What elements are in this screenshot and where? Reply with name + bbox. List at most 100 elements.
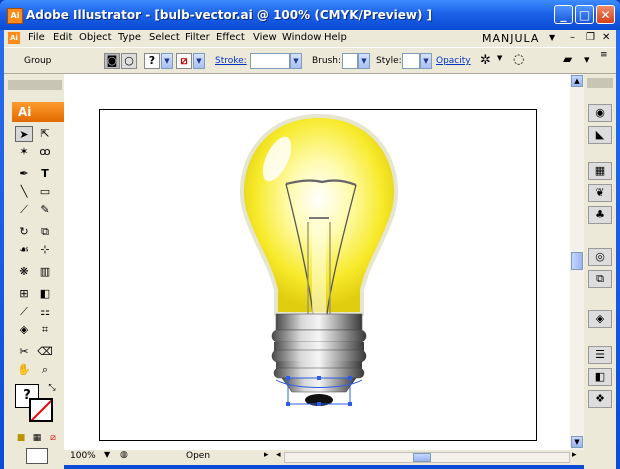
slice-icon[interactable]: ⌗: [36, 322, 54, 338]
hand-icon[interactable]: ✋: [15, 362, 33, 378]
lasso-icon[interactable]: ꝏ: [36, 144, 54, 160]
swatches-panel-icon[interactable]: ▦: [588, 162, 612, 180]
warp-icon[interactable]: ☙: [15, 242, 33, 258]
blend-icon[interactable]: ⚏: [36, 304, 54, 320]
eyedropper-icon[interactable]: ⟋: [15, 304, 33, 320]
tools-panel-header[interactable]: [8, 80, 62, 90]
transparency-panel-icon[interactable]: ⧉: [588, 270, 612, 288]
mesh-icon[interactable]: ⊞: [15, 286, 33, 302]
selection-tool-icon[interactable]: ➤: [15, 126, 33, 142]
lightbulb-artwork[interactable]: [64, 74, 570, 450]
fill-dropdown-icon[interactable]: ▼: [161, 53, 173, 69]
scale-icon[interactable]: ⧉: [36, 224, 54, 240]
appearance-panel-icon[interactable]: ◎: [588, 248, 612, 266]
menu-file[interactable]: File: [28, 32, 45, 43]
type-tool-icon[interactable]: T: [36, 166, 54, 182]
style-dropdown-icon[interactable]: ▼: [420, 53, 432, 69]
zoom-dropdown-icon[interactable]: ▼: [104, 450, 110, 459]
stroke-panel-icon[interactable]: ☰: [588, 346, 612, 364]
menu-help[interactable]: Help: [324, 32, 347, 43]
exit-isolation-icon[interactable]: ○: [121, 53, 137, 69]
brushes-panel-icon[interactable]: ❦: [588, 184, 612, 202]
menu-effect[interactable]: Effect: [216, 32, 245, 43]
pathfinder-panel-icon[interactable]: ❖: [588, 390, 612, 408]
menu-bar: Ai File Edit Object Type Select Filter E…: [4, 30, 616, 47]
none-mode-icon[interactable]: ⧄: [44, 430, 62, 446]
live-trace-icon[interactable]: ◌: [513, 52, 524, 67]
menu-edit[interactable]: Edit: [53, 32, 72, 43]
recolor-artwork-icon[interactable]: ✲: [480, 53, 491, 68]
vertical-scrollbar[interactable]: ▲ ▼: [570, 74, 584, 450]
minimize-button[interactable]: _: [554, 5, 573, 24]
document-canvas[interactable]: [64, 74, 570, 450]
line-tool-icon[interactable]: ╲: [15, 184, 33, 200]
close-button[interactable]: ✕: [596, 5, 615, 24]
graph-icon[interactable]: ▥: [36, 264, 54, 280]
document-menu-icon[interactable]: Ai: [8, 32, 20, 44]
status-menu-icon[interactable]: ▸: [264, 450, 269, 460]
stroke-label[interactable]: Stroke:: [215, 56, 247, 66]
magic-wand-icon[interactable]: ✶: [15, 144, 33, 160]
maximize-button[interactable]: □: [575, 5, 594, 24]
scroll-up-icon[interactable]: ▲: [571, 75, 583, 87]
doc-minimize-icon[interactable]: –: [570, 32, 575, 43]
symbols-panel-icon[interactable]: ♣: [588, 206, 612, 224]
dock-header[interactable]: [587, 78, 613, 88]
fill-swatch-icon[interactable]: ?: [144, 53, 160, 69]
menu-object[interactable]: Object: [79, 32, 112, 43]
pen-tool-icon[interactable]: ✒: [15, 166, 33, 182]
layers-panel-icon[interactable]: ◈: [588, 310, 612, 328]
swap-fill-stroke-icon[interactable]: ⤡: [43, 380, 61, 396]
scroll-right-icon[interactable]: ▸: [572, 450, 577, 460]
color-panel-icon[interactable]: ◉: [588, 104, 612, 122]
doc-restore-icon[interactable]: ❐: [586, 32, 595, 43]
isolate-group-icon[interactable]: ◙: [104, 53, 120, 69]
scroll-down-icon[interactable]: ▼: [571, 436, 583, 448]
scissors-icon[interactable]: ✂: [15, 344, 33, 360]
h-scroll-thumb[interactable]: [413, 453, 431, 462]
horizontal-scrollbar[interactable]: [284, 452, 570, 463]
stroke-swatch-icon[interactable]: ⧄: [176, 53, 192, 69]
menu-filter[interactable]: Filter: [185, 32, 210, 43]
eraser-icon[interactable]: ⌫: [36, 344, 54, 360]
pencil-icon[interactable]: ✎: [36, 202, 54, 218]
paintbrush-icon[interactable]: ⟋: [15, 202, 33, 218]
workspace-name[interactable]: MANJULA: [482, 32, 539, 45]
menu-view[interactable]: View: [253, 32, 277, 43]
rectangle-tool-icon[interactable]: ▭: [36, 184, 54, 200]
free-transform-icon[interactable]: ⊹: [36, 242, 54, 258]
stroke-color-icon[interactable]: [29, 398, 53, 422]
opacity-label[interactable]: Opacity: [436, 56, 471, 66]
recolor-dropdown-icon[interactable]: ▼: [497, 54, 502, 62]
gradient-icon[interactable]: ◧: [36, 286, 54, 302]
control-bar: Group ◙ ○ ? ▼ ⧄ ▼ Stroke: ▼ Brush: ▼ Sty…: [4, 47, 616, 74]
symbol-sprayer-icon[interactable]: ❋: [15, 264, 33, 280]
style-swatch[interactable]: [402, 53, 420, 69]
menu-type[interactable]: Type: [118, 32, 141, 43]
gradient-panel-icon[interactable]: ◣: [588, 126, 612, 144]
graphic-styles-panel-icon[interactable]: ◧: [588, 368, 612, 386]
rotate-icon[interactable]: ↻: [15, 224, 33, 240]
menu-window[interactable]: Window: [282, 32, 321, 43]
stroke-color-dropdown-icon[interactable]: ▼: [193, 53, 205, 69]
stroke-weight-input[interactable]: [250, 53, 290, 69]
direct-selection-tool-icon[interactable]: ⇱: [36, 126, 54, 142]
scroll-thumb[interactable]: [571, 252, 583, 270]
scroll-left-icon[interactable]: ◂: [276, 450, 281, 460]
control-panel-menu-icon[interactable]: ▾: [584, 53, 590, 66]
brush-dropdown-icon[interactable]: ▼: [358, 53, 370, 69]
screen-mode-icon[interactable]: [26, 448, 48, 464]
brush-swatch[interactable]: [342, 53, 358, 69]
live-paint-icon[interactable]: ◈: [15, 322, 33, 338]
zoom-icon[interactable]: ⌕: [36, 362, 54, 378]
workspace-dropdown-icon[interactable]: ▼: [549, 33, 555, 42]
document-setup-icon[interactable]: ▰: [563, 52, 572, 66]
menu-select[interactable]: Select: [149, 32, 180, 43]
version-cue-icon[interactable]: ◍: [120, 450, 128, 460]
stroke-weight-dropdown-icon[interactable]: ▼: [290, 53, 302, 69]
zoom-level[interactable]: 100%: [70, 451, 96, 461]
doc-close-icon[interactable]: ✕: [602, 32, 610, 43]
title-bar: Ai Adobe Illustrator - [bulb-vector.ai @…: [0, 0, 620, 30]
panel-options-icon[interactable]: ≡: [600, 50, 608, 60]
tools-panel: Ai ➤ ⇱ ✶ ꝏ ✒ T ╲ ▭ ⟋ ✎ ↻ ⧉ ☙ ⊹ ❋ ▥ ⊞ ◧ ⟋…: [4, 74, 64, 469]
